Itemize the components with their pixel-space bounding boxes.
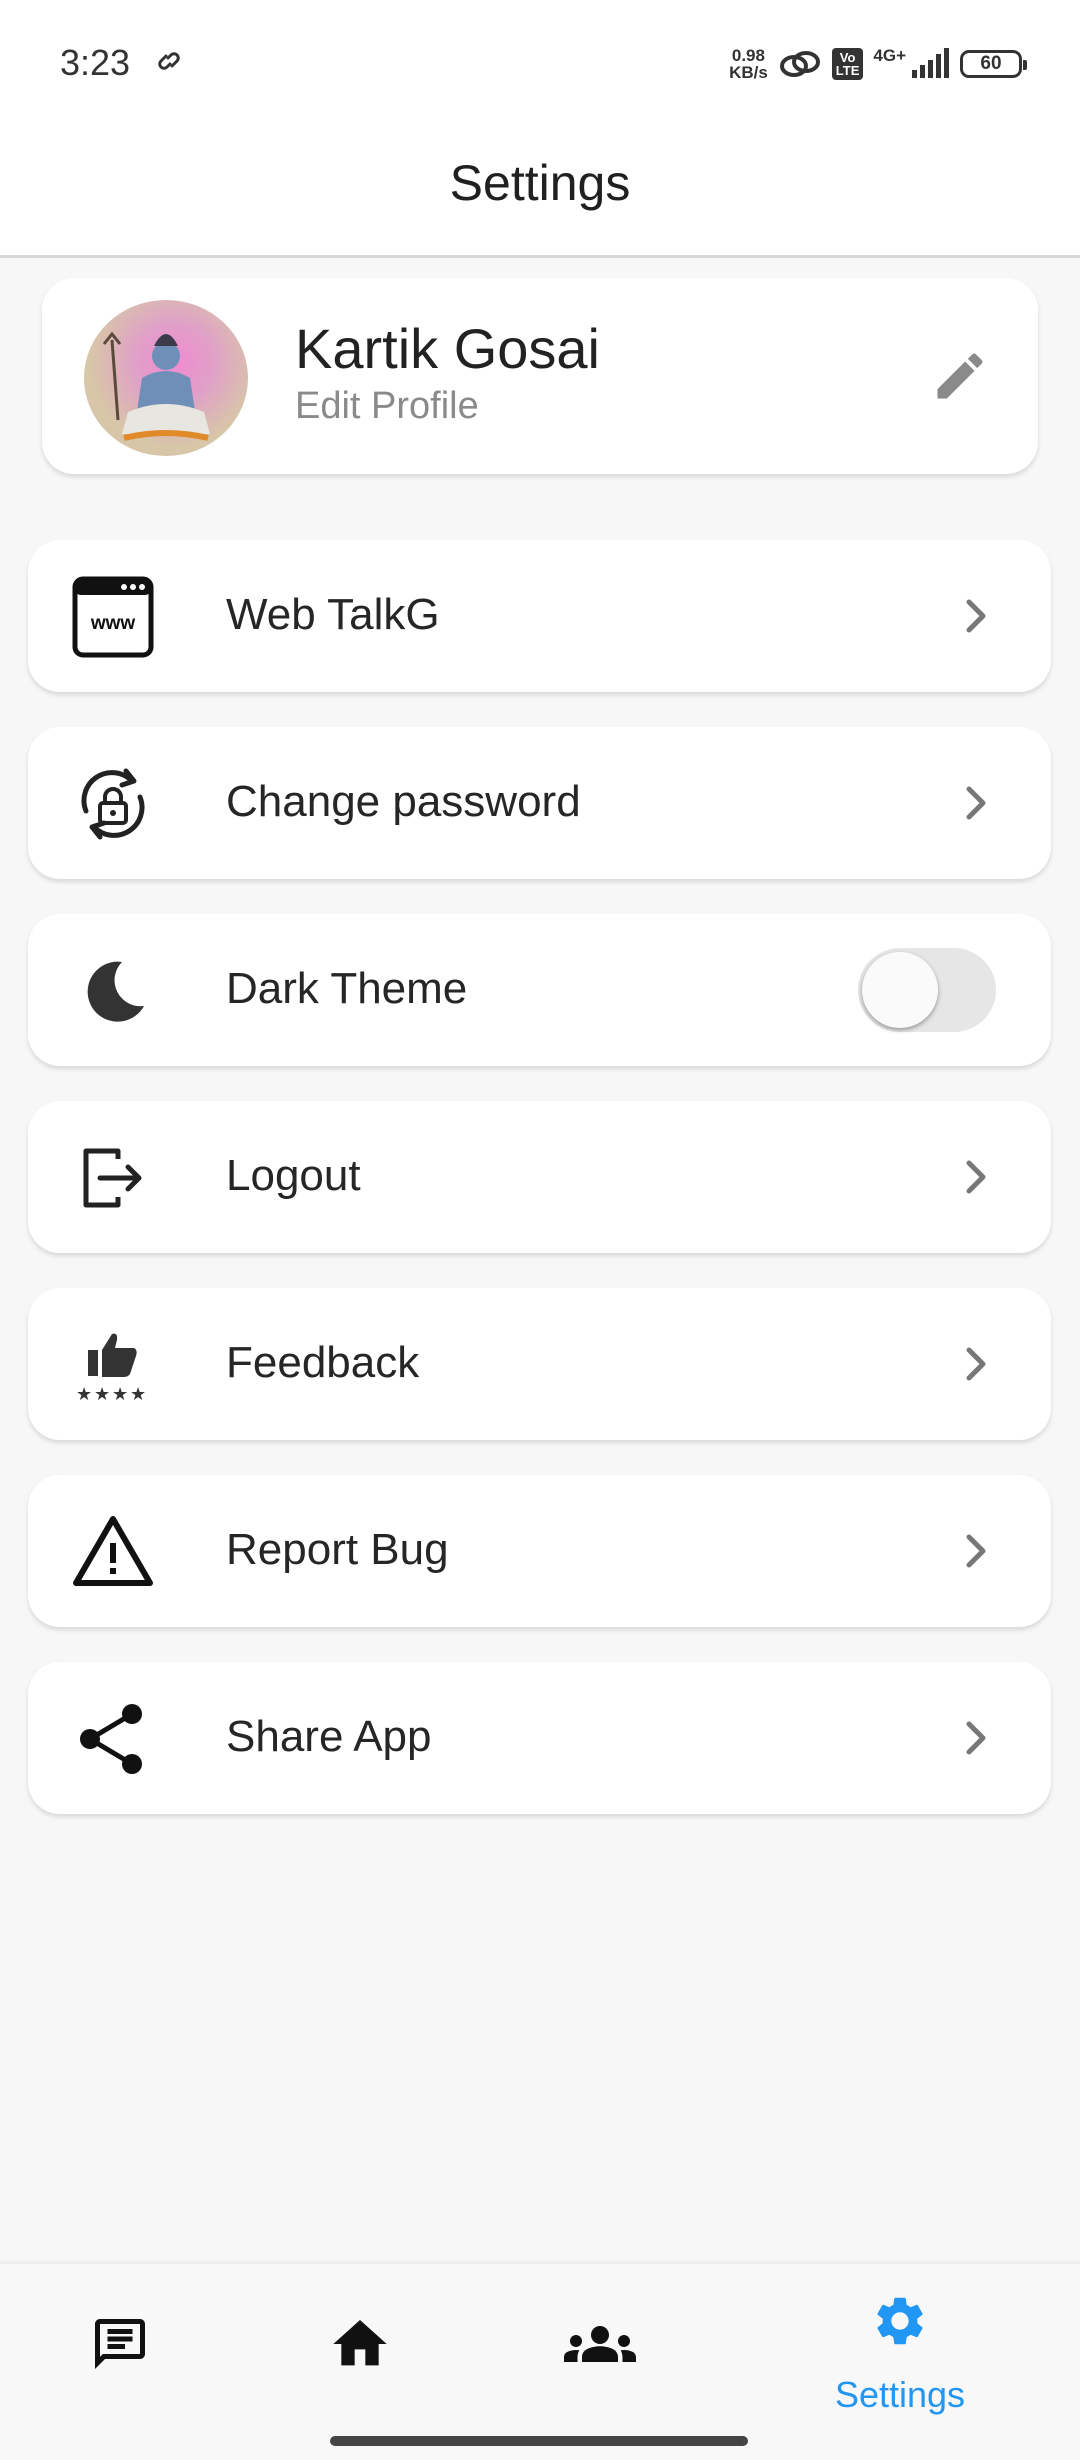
svg-text:★: ★ bbox=[112, 1384, 128, 1405]
menu-item-change-password[interactable]: Change password bbox=[28, 727, 1051, 879]
menu-item-dark-theme[interactable]: Dark Theme bbox=[28, 914, 1051, 1066]
menu-item-label: Change password bbox=[226, 777, 581, 826]
chevron-right-icon bbox=[966, 1160, 986, 1194]
lock-refresh-icon bbox=[72, 763, 154, 845]
battery-icon: 60 bbox=[960, 50, 1027, 78]
nav-home[interactable] bbox=[280, 2292, 440, 2412]
chevron-right-icon bbox=[966, 1347, 986, 1381]
volte-badge-bottom: LTE bbox=[835, 63, 860, 78]
profile-name: Kartik Gosai bbox=[295, 317, 600, 380]
network-speed-unit: KB/s bbox=[729, 63, 768, 82]
home-indicator[interactable] bbox=[330, 2436, 748, 2446]
network-type: 4G+ bbox=[873, 46, 906, 65]
network-speed-value: 0.98 bbox=[731, 46, 765, 65]
svg-text:★: ★ bbox=[94, 1384, 110, 1405]
status-time: 3:23 bbox=[60, 42, 131, 83]
group-icon bbox=[564, 2326, 636, 2362]
link-icon bbox=[158, 52, 180, 70]
bottom-navigation: Settings bbox=[0, 2264, 1080, 2460]
menu-item-label: Dark Theme bbox=[226, 964, 468, 1013]
nav-settings-label: Settings bbox=[834, 2374, 966, 2415]
menu-item-share-app[interactable]: Share App bbox=[28, 1662, 1051, 1814]
nav-settings[interactable]: Settings bbox=[820, 2292, 980, 2415]
toggle-thumb bbox=[862, 952, 938, 1028]
chevron-right-icon bbox=[966, 599, 986, 633]
nav-groups[interactable] bbox=[520, 2292, 680, 2412]
chevron-right-icon bbox=[966, 1721, 986, 1755]
menu-item-label: Feedback bbox=[226, 1338, 420, 1387]
volte-badge: Vo LTE bbox=[831, 48, 864, 80]
home-icon bbox=[333, 2320, 387, 2366]
menu-item-label: Report Bug bbox=[226, 1525, 449, 1574]
svg-text:www: www bbox=[90, 613, 136, 634]
menu-item-label: Logout bbox=[226, 1151, 361, 1200]
hotspot-link-icon bbox=[779, 51, 820, 77]
edit-icon[interactable] bbox=[930, 346, 990, 406]
chat-icon bbox=[95, 2319, 145, 2369]
chevron-right-icon bbox=[966, 786, 986, 820]
menu-item-report-bug[interactable]: Report Bug bbox=[28, 1475, 1051, 1627]
svg-text:★: ★ bbox=[130, 1384, 146, 1405]
status-bar: 3:23 0.98 KB/s Vo LTE 4G+ 60 bbox=[0, 0, 1080, 128]
network-speed: 0.98 KB/s bbox=[729, 47, 768, 81]
edit-profile-label[interactable]: Edit Profile bbox=[295, 385, 479, 428]
chevron-right-icon bbox=[966, 1534, 986, 1568]
status-icons: 0.98 KB/s Vo LTE 4G+ 60 bbox=[729, 44, 1027, 84]
app-bar: Settings bbox=[0, 128, 1080, 258]
page-title: Settings bbox=[449, 155, 631, 211]
gear-icon bbox=[877, 2297, 923, 2345]
menu-item-label: Share App bbox=[226, 1712, 432, 1761]
moon-icon bbox=[72, 950, 154, 1032]
menu-item-label: Web TalkG bbox=[226, 590, 440, 639]
profile-card[interactable]: Kartik Gosai Edit Profile bbox=[42, 278, 1038, 474]
menu-item-logout[interactable]: Logout bbox=[28, 1101, 1051, 1253]
signal-icon bbox=[912, 48, 949, 78]
www-icon: www bbox=[72, 576, 154, 658]
thumbs-up-stars-icon: ★ ★ ★ ★ bbox=[72, 1324, 154, 1406]
nav-chats[interactable] bbox=[40, 2292, 200, 2412]
avatar-image bbox=[102, 331, 210, 441]
dark-theme-toggle[interactable] bbox=[858, 948, 996, 1032]
avatar[interactable] bbox=[84, 300, 248, 456]
warning-icon bbox=[72, 1511, 154, 1593]
share-icon bbox=[72, 1698, 154, 1780]
logout-icon bbox=[72, 1137, 154, 1219]
menu-item-web-talkg[interactable]: www Web TalkG bbox=[28, 540, 1051, 692]
menu-item-feedback[interactable]: ★ ★ ★ ★ Feedback bbox=[28, 1288, 1051, 1440]
svg-text:★: ★ bbox=[76, 1384, 92, 1405]
